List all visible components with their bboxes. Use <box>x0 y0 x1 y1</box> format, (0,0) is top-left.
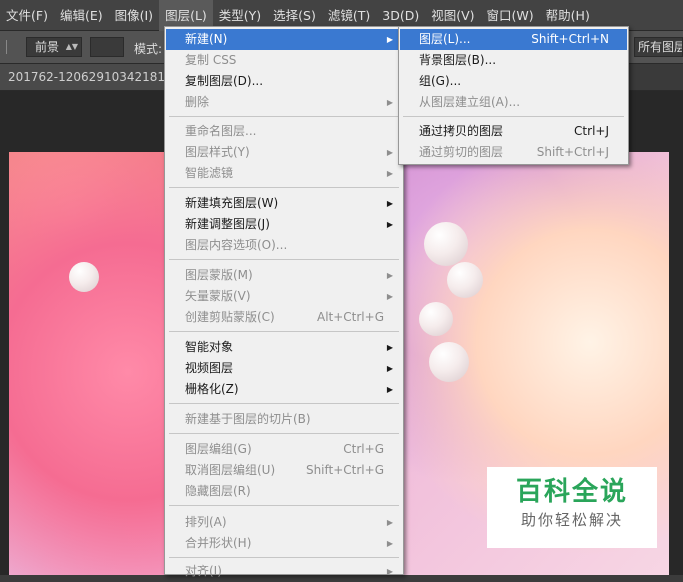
foreground-select[interactable]: 前景 ▲▼ <box>26 37 82 57</box>
new-submenu-dropdown: 图层(L)... Shift+Ctrl+N 背景图层(B)... 组(G)... … <box>398 26 629 165</box>
submenu-item-group-from-layers[interactable]: 从图层建立组(A)... <box>400 92 627 113</box>
menu-separator <box>169 403 399 404</box>
submenu-arrow-icon: ▶ <box>386 98 393 107</box>
submenu-arrow-icon: ▶ <box>386 220 393 229</box>
submenu-arrow-icon: ▶ <box>386 343 393 352</box>
submenu-item-background-layer[interactable]: 背景图层(B)... <box>400 50 627 71</box>
menu-item-hide-layers[interactable]: 隐藏图层(R) <box>166 481 402 502</box>
watermark-subtitle: 助你轻松解决 <box>520 511 623 529</box>
menu-item-group-layers[interactable]: 图层编组(G) Ctrl+G <box>166 439 402 460</box>
submenu-arrow-icon: ▶ <box>386 35 393 44</box>
menu-separator <box>169 505 399 506</box>
submenu-arrow-icon: ▶ <box>386 364 393 373</box>
mode-label: 模式: <box>134 42 163 56</box>
pearl <box>69 262 99 292</box>
all-layers-option[interactable]: 所有图层 <box>634 37 683 57</box>
foreground-select-label: 前景 <box>35 40 60 54</box>
menu-edit[interactable]: 编辑(E) <box>54 0 109 31</box>
menu-item-layer-mask[interactable]: 图层蒙版(M) ▶ <box>166 265 402 286</box>
submenu-arrow-icon: ▶ <box>386 292 393 301</box>
updown-arrow-icon: ▲▼ <box>65 42 78 51</box>
submenu-item-group[interactable]: 组(G)... <box>400 71 627 92</box>
pearl <box>424 222 468 266</box>
tool-grip-icon <box>6 40 17 54</box>
shortcut-label: Ctrl+G <box>343 442 384 456</box>
menu-image[interactable]: 图像(I) <box>109 0 159 31</box>
submenu-item-layer[interactable]: 图层(L)... Shift+Ctrl+N <box>400 29 627 50</box>
shortcut-label: Shift+Ctrl+J <box>536 145 609 159</box>
submenu-arrow-icon: ▶ <box>386 539 393 548</box>
submenu-arrow-icon: ▶ <box>386 385 393 394</box>
submenu-arrow-icon: ▶ <box>386 148 393 157</box>
menu-item-smart-object[interactable]: 智能对象 ▶ <box>166 337 402 358</box>
submenu-item-layer-via-copy[interactable]: 通过拷贝的图层 Ctrl+J <box>400 121 627 142</box>
menu-item-layer-style[interactable]: 图层样式(Y) ▶ <box>166 142 402 163</box>
submenu-arrow-icon: ▶ <box>386 199 393 208</box>
submenu-arrow-icon: ▶ <box>386 567 393 576</box>
menu-separator <box>169 259 399 260</box>
menu-separator <box>403 116 624 117</box>
menu-item-new-layer-based-slice[interactable]: 新建基于图层的切片(B) <box>166 409 402 430</box>
menu-item-rename-layer[interactable]: 重命名图层... <box>166 121 402 142</box>
menu-item-layer-content-options[interactable]: 图层内容选项(O)... <box>166 235 402 256</box>
menu-item-new[interactable]: 新建(N) ▶ <box>166 29 402 50</box>
menu-item-create-clipping-mask[interactable]: 创建剪贴蒙版(C) Alt+Ctrl+G <box>166 307 402 328</box>
menu-item-rasterize[interactable]: 栅格化(Z) ▶ <box>166 379 402 400</box>
menu-item-vector-mask[interactable]: 矢量蒙版(V) ▶ <box>166 286 402 307</box>
shortcut-label: Shift+Ctrl+G <box>305 463 384 477</box>
pearl <box>447 262 483 298</box>
menu-separator <box>169 557 399 558</box>
menu-separator <box>169 331 399 332</box>
menu-separator <box>169 433 399 434</box>
menu-item-align[interactable]: 对齐(I) ▶ <box>166 561 402 582</box>
submenu-arrow-icon: ▶ <box>386 518 393 527</box>
menu-item-ungroup-layers[interactable]: 取消图层编组(U) Shift+Ctrl+G <box>166 460 402 481</box>
submenu-arrow-icon: ▶ <box>386 271 393 280</box>
submenu-arrow-icon: ▶ <box>386 169 393 178</box>
pearl <box>429 342 469 382</box>
watermark-title: 百科全说 <box>515 477 628 507</box>
menu-item-duplicate-layer[interactable]: 复制图层(D)... <box>166 71 402 92</box>
menu-file[interactable]: 文件(F) <box>0 0 54 31</box>
layer-menu-dropdown: 新建(N) ▶ 复制 CSS 复制图层(D)... 删除 ▶ 重命名图层... 图层… <box>164 26 404 578</box>
shortcut-label: Alt+Ctrl+G <box>316 310 384 324</box>
shortcut-label: Ctrl+J <box>574 124 609 138</box>
menu-separator <box>169 187 399 188</box>
submenu-item-layer-via-cut[interactable]: 通过剪切的图层 Shift+Ctrl+J <box>400 142 627 163</box>
menu-item-new-adjustment-layer[interactable]: 新建调整图层(J) ▶ <box>166 214 402 235</box>
menu-item-arrange[interactable]: 排列(A) ▶ <box>166 512 402 533</box>
menu-item-delete[interactable]: 删除 ▶ <box>166 92 402 113</box>
pattern-swatch[interactable] <box>90 37 124 57</box>
menu-item-combine-shapes[interactable]: 合并形状(H) ▶ <box>166 533 402 554</box>
menu-item-smart-filter[interactable]: 智能滤镜 ▶ <box>166 163 402 184</box>
shortcut-label: Shift+Ctrl+N <box>531 32 609 46</box>
watermark-logo: 百科全说 助你轻松解决 <box>487 467 657 548</box>
document-tab[interactable]: 201762-12062910342181.jp <box>0 64 175 90</box>
pearl <box>419 302 453 336</box>
menu-item-video-layer[interactable]: 视频图层 ▶ <box>166 358 402 379</box>
menu-separator <box>169 116 399 117</box>
menu-item-new-fill-layer[interactable]: 新建填充图层(W) ▶ <box>166 193 402 214</box>
menu-item-copy-css[interactable]: 复制 CSS <box>166 50 402 71</box>
